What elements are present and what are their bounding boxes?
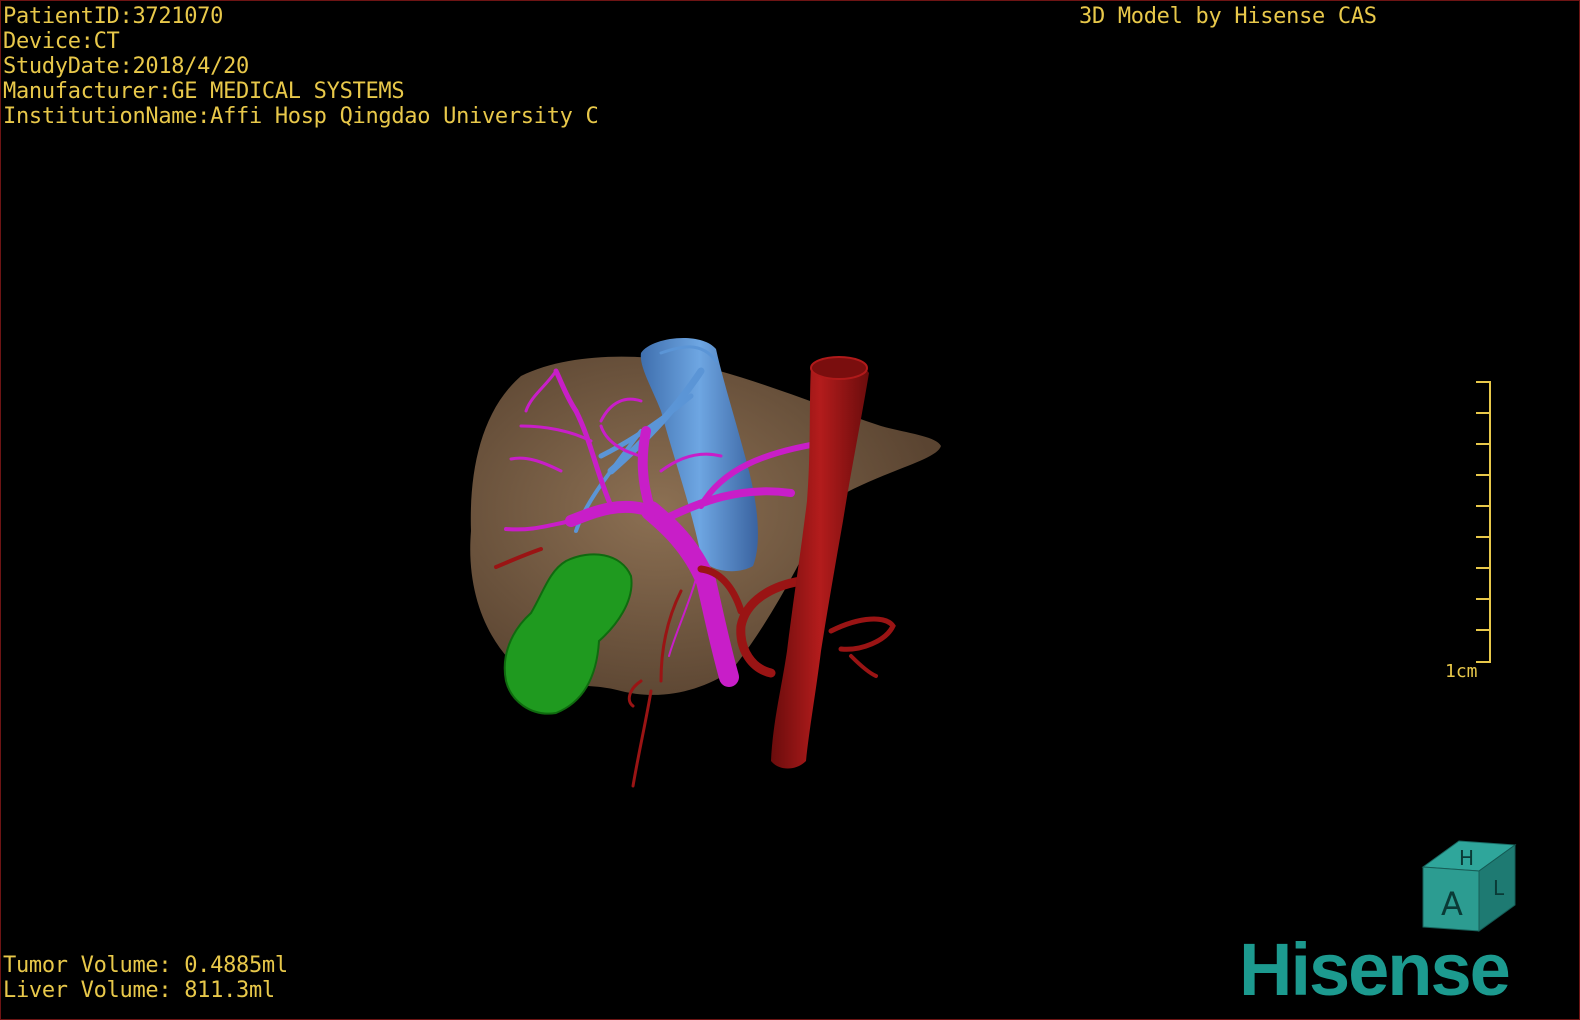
liver-3d-model[interactable] — [1, 1, 1580, 1020]
volume-readout: Tumor Volume: 0.4885ml Liver Volume: 811.… — [3, 953, 288, 1003]
cube-top-label: H — [1459, 846, 1474, 870]
scale-bar — [1476, 381, 1491, 663]
orientation-cube[interactable]: H A L — [1419, 839, 1523, 935]
brand-logo: Hisense — [1239, 928, 1511, 1011]
cube-front-label: A — [1441, 885, 1463, 923]
cube-side-label: L — [1493, 876, 1505, 900]
liver-volume: Liver Volume: 811.3ml — [3, 978, 275, 1003]
3d-viewport[interactable]: PatientID:3721070 Device:CT StudyDate:2018… — [0, 0, 1580, 1020]
tumor-volume: Tumor Volume: 0.4885ml — [3, 953, 288, 978]
scale-label: 1cm — [1445, 661, 1478, 682]
aorta-opening — [810, 356, 868, 380]
